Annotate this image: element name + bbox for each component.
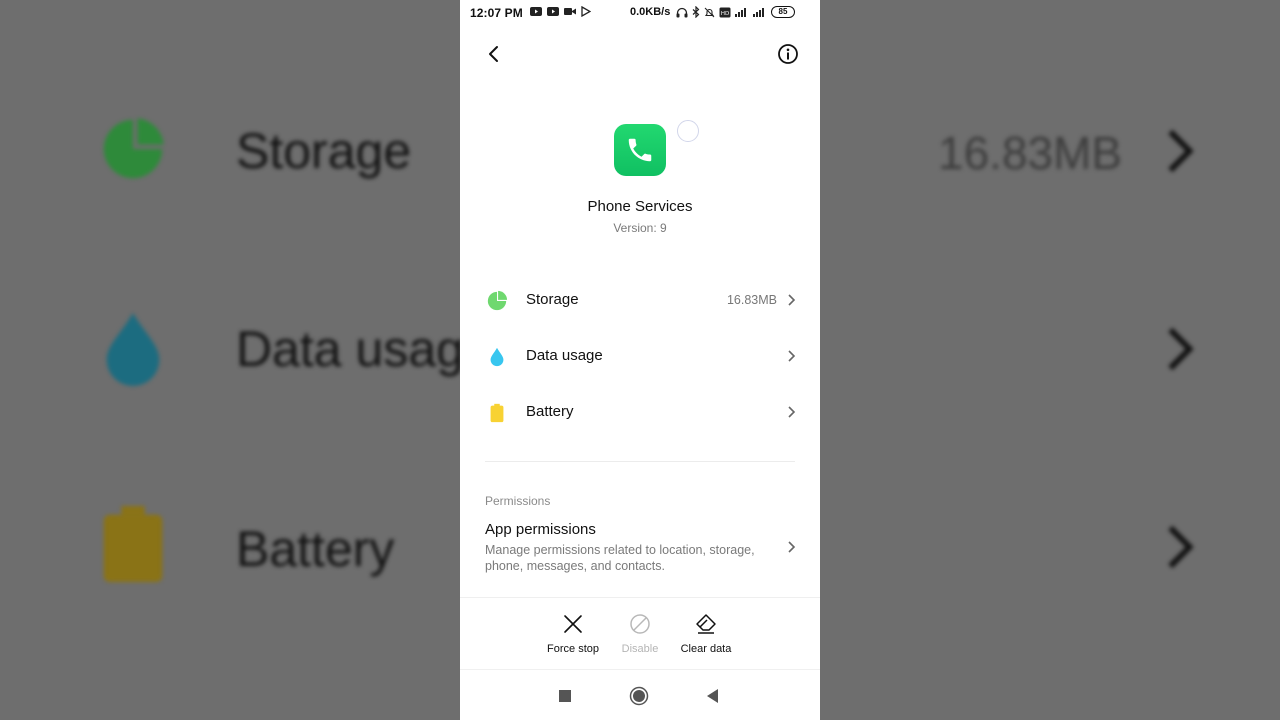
app-version: Version: 9 — [613, 221, 667, 235]
app-permissions-row[interactable]: App permissions Manage permissions relat… — [460, 518, 820, 580]
pie-chart-icon — [487, 290, 508, 311]
info-button[interactable] — [776, 42, 800, 66]
alarm-off-icon — [704, 7, 715, 17]
storage-label: Storage — [526, 291, 579, 308]
bg-storage-value: 16.83MB — [938, 127, 1123, 179]
signal-icon — [753, 8, 764, 17]
back-triangle-icon[interactable] — [703, 686, 723, 706]
video-camera-icon — [564, 8, 576, 15]
divider — [485, 461, 795, 462]
app-info-screen: 12:07 PM 0.0KB/s HD 85 Phone Services Ve… — [460, 0, 820, 720]
eraser-icon — [696, 614, 716, 634]
notification-icons — [530, 6, 591, 17]
phone-icon — [628, 138, 652, 162]
chevron-right-icon — [788, 294, 796, 306]
bg-data-usage-label: Data usage — [236, 321, 492, 377]
status-bar: 12:07 PM 0.0KB/s HD 85 — [460, 0, 820, 26]
app-name: Phone Services — [587, 198, 693, 215]
disable-button[interactable]: Disable — [605, 612, 675, 655]
battery-label: Battery — [526, 403, 574, 420]
chevron-right-icon — [1168, 327, 1194, 371]
app-icon — [614, 124, 666, 176]
back-button[interactable] — [482, 42, 506, 66]
battery-row[interactable]: Battery — [460, 387, 820, 437]
signal-icon — [735, 8, 746, 17]
disable-label: Disable — [621, 643, 659, 655]
status-time: 12:07 PM — [470, 6, 523, 20]
chevron-right-icon — [788, 406, 796, 418]
chevron-right-icon — [1168, 129, 1194, 173]
app-permissions-title: App permissions — [485, 521, 596, 538]
app-permissions-description: Manage permissions related to location, … — [485, 543, 755, 573]
force-stop-button[interactable]: Force stop — [538, 612, 608, 655]
droplet-icon — [106, 313, 160, 386]
data-usage-label: Data usage — [526, 347, 603, 364]
youtube-icon — [530, 7, 542, 16]
clear-data-button[interactable]: Clear data — [671, 612, 741, 655]
block-icon — [630, 614, 650, 634]
action-bar: Force stop Disable Clear data — [460, 597, 820, 670]
system-icons: HD 85 — [676, 6, 795, 18]
bluetooth-icon — [692, 6, 700, 18]
battery-icon — [490, 403, 504, 423]
permissions-section-title: Permissions — [485, 494, 551, 508]
droplet-icon — [490, 347, 504, 367]
pie-chart-icon — [103, 118, 164, 179]
data-usage-row[interactable]: Data usage — [460, 331, 820, 381]
bg-storage-label: Storage — [236, 123, 412, 179]
recents-square-icon[interactable] — [555, 686, 575, 706]
storage-value: 16.83MB — [726, 293, 777, 307]
navigation-bar — [460, 669, 820, 720]
battery-icon — [103, 506, 163, 582]
storage-row[interactable]: Storage 16.83MB — [460, 275, 820, 325]
force-stop-label: Force stop — [547, 643, 599, 655]
chevron-right-icon — [788, 541, 796, 553]
play-store-icon — [581, 6, 591, 17]
bg-battery-label: Battery — [236, 521, 395, 577]
home-circle-icon[interactable] — [629, 686, 649, 706]
network-speed: 0.0KB/s — [630, 6, 671, 18]
youtube-icon — [547, 7, 559, 16]
headphones-icon — [676, 7, 688, 17]
battery-indicator: 85 — [771, 6, 795, 18]
close-icon — [564, 615, 582, 633]
chevron-right-icon — [1168, 525, 1194, 569]
loading-indicator — [677, 120, 699, 142]
chevron-right-icon — [788, 350, 796, 362]
svg-text:HD: HD — [721, 11, 729, 17]
clear-data-label: Clear data — [680, 643, 732, 655]
vowifi-icon: HD — [719, 7, 731, 17]
